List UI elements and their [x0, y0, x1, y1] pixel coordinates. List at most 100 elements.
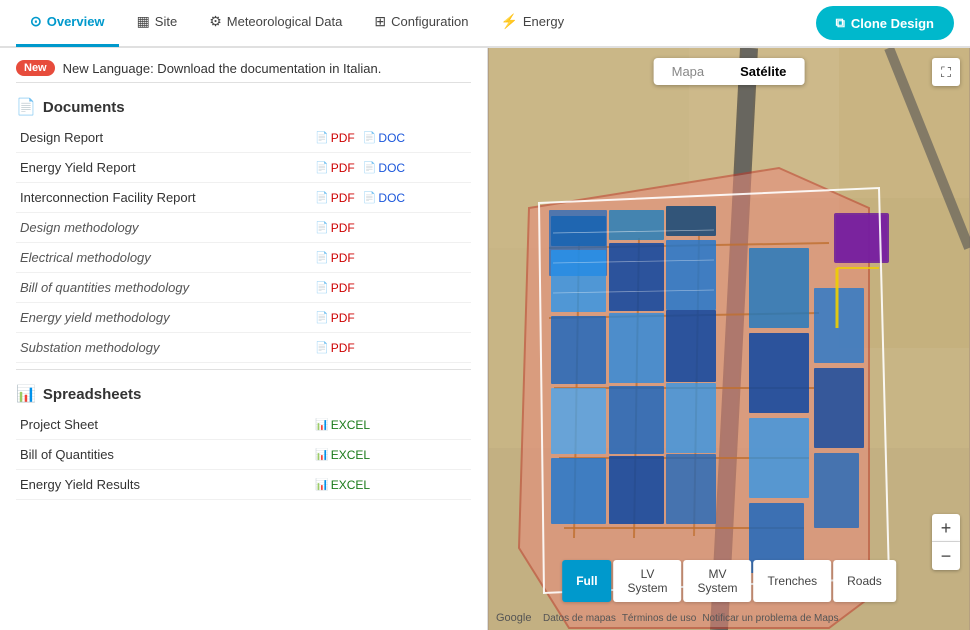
- spreadsheets-table: Project Sheet 📊EXCEL Bill of Quantities …: [16, 410, 471, 500]
- meteorological-icon: ⚙: [209, 13, 222, 30]
- map-bottom-tabs: FullLV SystemMV SystemTrenchesRoads: [562, 560, 896, 602]
- notification-row: New New Language: Download the documenta…: [16, 60, 471, 76]
- excel-link[interactable]: 📊EXCEL: [315, 448, 370, 462]
- mapa-button[interactable]: Mapa: [654, 58, 723, 85]
- pdf-link[interactable]: 📄PDF: [315, 221, 355, 235]
- table-row: Bill of Quantities 📊EXCEL: [16, 440, 471, 470]
- nav-energy[interactable]: ⚡ Energy: [486, 0, 578, 47]
- pdf-link[interactable]: 📄PDF: [315, 281, 355, 295]
- nav-configuration-label: Configuration: [391, 14, 468, 29]
- table-row: Project Sheet 📊EXCEL: [16, 410, 471, 440]
- clone-button-label: Clone Design: [851, 16, 934, 31]
- pdf-link[interactable]: 📄PDF: [315, 251, 355, 265]
- google-label: Google: [496, 612, 531, 624]
- doc-name: Interconnection Facility Report: [20, 190, 196, 205]
- doc-link[interactable]: 📄DOC: [363, 131, 405, 145]
- notification-text: New Language: Download the documentation…: [63, 61, 382, 76]
- fullscreen-button[interactable]: ⛶: [932, 58, 960, 86]
- doc-name: Design Report: [20, 130, 103, 145]
- documents-icon: 📄: [16, 97, 36, 117]
- pdf-icon: 📄: [315, 311, 329, 324]
- pdf-link[interactable]: 📄PDF: [315, 131, 355, 145]
- sheet-name: Energy Yield Results: [20, 477, 140, 492]
- table-row: Energy yield methodology 📄PDF: [16, 303, 471, 333]
- pdf-icon: 📄: [315, 341, 329, 354]
- configuration-icon: ⊞: [374, 13, 386, 30]
- new-badge: New: [16, 60, 55, 76]
- clone-icon: ⧉: [836, 15, 845, 31]
- map-tab-lv-system[interactable]: LV System: [614, 560, 682, 602]
- doc-name: Electrical methodology: [20, 250, 151, 265]
- notificar-link[interactable]: Notificar un problema de Maps: [702, 613, 838, 624]
- map-toggle: Mapa Satélite: [654, 58, 805, 85]
- spreadsheets-title: Spreadsheets: [43, 386, 141, 403]
- clone-design-button[interactable]: ⧉ Clone Design: [816, 6, 954, 40]
- zoom-out-button[interactable]: −: [932, 542, 960, 570]
- doc-name: Design methodology: [20, 220, 139, 235]
- sheet-name: Bill of Quantities: [20, 447, 114, 462]
- nav-overview-label: Overview: [47, 14, 105, 29]
- nav-site-label: Site: [155, 14, 177, 29]
- table-row: Energy Yield Results 📊EXCEL: [16, 470, 471, 500]
- doc-icon: 📄: [363, 131, 377, 144]
- nav-meteorological[interactable]: ⚙ Meteorological Data: [195, 0, 356, 47]
- datos-mapas-link[interactable]: Datos de mapas: [543, 613, 616, 624]
- nav-configuration[interactable]: ⊞ Configuration: [360, 0, 482, 47]
- doc-name: Energy yield methodology: [20, 310, 170, 325]
- pdf-icon: 📄: [315, 191, 329, 204]
- pdf-link[interactable]: 📄PDF: [315, 191, 355, 205]
- documents-title: Documents: [43, 99, 125, 116]
- documents-table: Design Report 📄PDF 📄DOC Energy Yield Rep…: [16, 123, 471, 363]
- doc-icon: 📄: [363, 161, 377, 174]
- doc-link[interactable]: 📄DOC: [363, 161, 405, 175]
- excel-icon: 📊: [315, 478, 329, 491]
- spreadsheets-header: 📊 Spreadsheets: [16, 384, 471, 404]
- pdf-icon: 📄: [315, 221, 329, 234]
- zoom-controls: + −: [932, 514, 960, 570]
- map-tab-full[interactable]: Full: [562, 560, 611, 602]
- nav-meteorological-label: Meteorological Data: [227, 14, 343, 29]
- map-tab-mv-system[interactable]: MV System: [684, 560, 752, 602]
- doc-name: Energy Yield Report: [20, 160, 136, 175]
- doc-link[interactable]: 📄DOC: [363, 191, 405, 205]
- nav-site[interactable]: ▦ Site: [123, 0, 192, 47]
- doc-icon: 📄: [363, 191, 377, 204]
- main-layout: New New Language: Download the documenta…: [0, 48, 970, 630]
- pdf-link[interactable]: 📄PDF: [315, 311, 355, 325]
- doc-name: Substation methodology: [20, 340, 159, 355]
- satelite-button[interactable]: Satélite: [722, 58, 804, 85]
- excel-link[interactable]: 📊EXCEL: [315, 418, 370, 432]
- table-row: Energy Yield Report 📄PDF 📄DOC: [16, 153, 471, 183]
- divider-2: [16, 369, 471, 370]
- map-panel: Mapa Satélite ⛶ + − FullLV SystemMV Syst…: [488, 48, 970, 630]
- zoom-in-button[interactable]: +: [932, 514, 960, 542]
- excel-link[interactable]: 📊EXCEL: [315, 478, 370, 492]
- map-tab-trenches[interactable]: Trenches: [754, 560, 832, 602]
- excel-icon: 📊: [315, 448, 329, 461]
- nav-items: ⊙ Overview ▦ Site ⚙ Meteorological Data …: [16, 0, 578, 47]
- divider-1: [16, 82, 471, 83]
- overview-icon: ⊙: [30, 13, 42, 30]
- map-background: [488, 48, 970, 630]
- terminos-uso-link[interactable]: Términos de uso: [622, 613, 696, 624]
- map-tab-roads[interactable]: Roads: [833, 560, 896, 602]
- map-links: Datos de mapas Términos de uso Notificar…: [543, 613, 839, 624]
- documents-header: 📄 Documents: [16, 97, 471, 117]
- pdf-icon: 📄: [315, 131, 329, 144]
- map-svg: [488, 48, 970, 630]
- energy-icon: ⚡: [500, 13, 517, 30]
- pdf-icon: 📄: [315, 161, 329, 174]
- sheet-name: Project Sheet: [20, 417, 98, 432]
- site-icon: ▦: [137, 13, 150, 30]
- pdf-link[interactable]: 📄PDF: [315, 161, 355, 175]
- left-panel: New New Language: Download the documenta…: [0, 48, 488, 630]
- pdf-link[interactable]: 📄PDF: [315, 341, 355, 355]
- google-attribution: Google: [496, 612, 531, 624]
- nav-overview[interactable]: ⊙ Overview: [16, 0, 119, 47]
- top-navigation: ⊙ Overview ▦ Site ⚙ Meteorological Data …: [0, 0, 970, 48]
- fullscreen-icon: ⛶: [941, 64, 951, 81]
- spreadsheets-icon: 📊: [16, 384, 36, 404]
- table-row: Design Report 📄PDF 📄DOC: [16, 123, 471, 153]
- nav-energy-label: Energy: [523, 14, 564, 29]
- table-row: Design methodology 📄PDF: [16, 213, 471, 243]
